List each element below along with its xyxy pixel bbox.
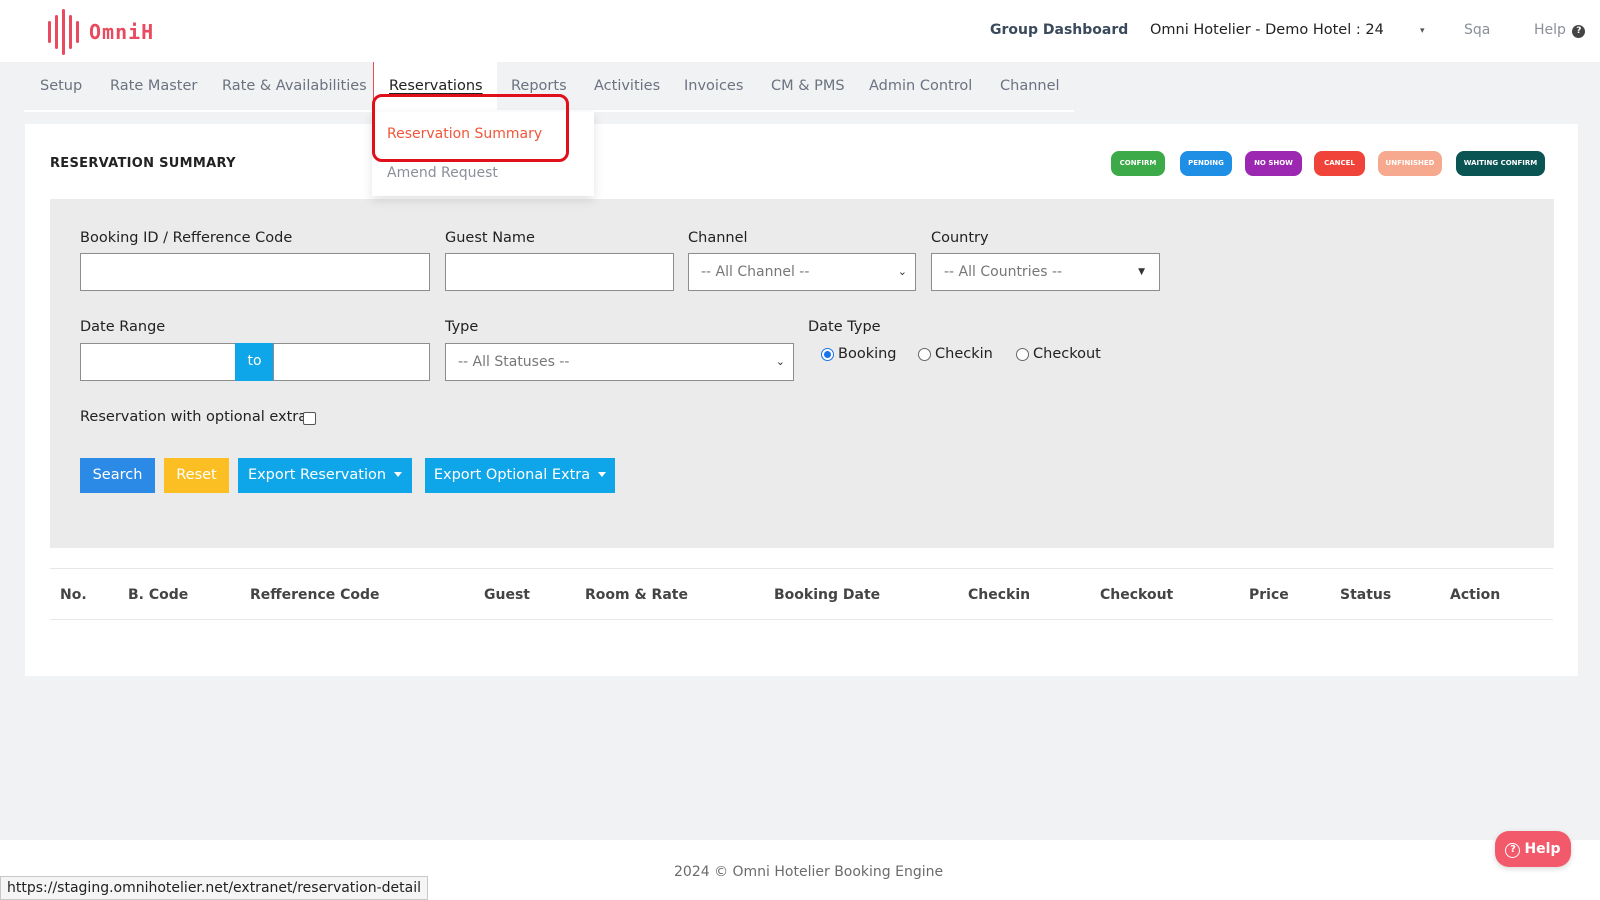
legend-waiting-confirm-badge: WAITING CONFIRM (1456, 151, 1545, 176)
nav-item-rate-availabilities[interactable]: Rate & Availabilities (222, 78, 367, 94)
column-room-rate: Room & Rate (585, 587, 688, 603)
column-no: No. (60, 587, 87, 603)
browser-status-url: https://staging.omnihotelier.net/extrane… (0, 876, 429, 900)
date-from-input[interactable] (80, 343, 236, 381)
nav-item-invoices[interactable]: Invoices (684, 78, 743, 94)
nav-item-channel[interactable]: Channel (1000, 78, 1060, 94)
nav-item-activities[interactable]: Activities (594, 78, 660, 94)
logo-text: OmniH (89, 20, 155, 44)
radio-checkin[interactable]: Checkin (918, 346, 993, 362)
radio-checkout-circle[interactable] (1016, 347, 1029, 361)
nav-item-reports[interactable]: Reports (511, 78, 567, 94)
country-label: Country (931, 230, 989, 246)
country-select[interactable]: -- All Countries -- ▼ (931, 253, 1160, 291)
logo-mark-icon (48, 8, 79, 56)
chevron-down-icon: ⌄ (775, 355, 785, 368)
reservations-table-header: No. B. Code Refference Code Guest Room &… (50, 568, 1553, 620)
column-b-code: B. Code (128, 587, 189, 603)
guest-name-input[interactable] (445, 253, 674, 291)
chevron-down-icon: ⌄ (897, 265, 907, 278)
type-select[interactable]: -- All Statuses -- ⌄ (445, 343, 794, 381)
nav-item-reservations[interactable]: Reservations (389, 78, 483, 94)
optional-extra-label: Reservation with optional extra (80, 409, 308, 425)
optional-extra-checkbox[interactable] (303, 412, 316, 425)
logo[interactable]: OmniH (48, 8, 154, 56)
column-price: Price (1249, 587, 1289, 603)
help-label: Help (1534, 22, 1566, 38)
radio-booking-circle[interactable] (821, 347, 834, 361)
question-icon: ? (1505, 843, 1521, 858)
export-reservation-button[interactable]: Export Reservation (238, 458, 412, 493)
column-action: Action (1450, 587, 1501, 603)
date-to-input[interactable] (273, 343, 430, 381)
floating-help-button[interactable]: ? Help (1495, 831, 1571, 867)
guest-name-label: Guest Name (445, 230, 535, 246)
radio-booking[interactable]: Booking (821, 346, 897, 362)
menu-item-amend-request[interactable]: Amend Request (387, 165, 498, 181)
date-range-to-addon: to (235, 343, 274, 381)
footer-copyright: 2024 © Omni Hotelier Booking Engine (674, 864, 944, 880)
legend-unfinished-badge: UNFINISHED (1378, 151, 1442, 176)
nav-item-cm-pms[interactable]: CM & PMS (771, 78, 845, 94)
export-optional-extra-button[interactable]: Export Optional Extra (425, 458, 615, 493)
radio-checkout-label: Checkout (1033, 346, 1101, 362)
date-type-label: Date Type (808, 319, 881, 335)
highlight-annotation-box (372, 94, 569, 162)
reset-button[interactable]: Reset (164, 458, 229, 493)
type-label: Type (445, 319, 479, 335)
column-booking-date: Booking Date (774, 587, 881, 603)
hotel-selector[interactable]: Omni Hotelier - Demo Hotel : 24 (1150, 22, 1384, 38)
help-link[interactable]: Help ? (1534, 22, 1586, 38)
column-checkout: Checkout (1100, 587, 1174, 603)
legend-no-show-badge: NO SHOW (1245, 151, 1302, 176)
column-reference-code: Refference Code (250, 587, 380, 603)
booking-id-label: Booking ID / Refference Code (80, 230, 293, 246)
page-title: RESERVATION SUMMARY (50, 156, 236, 171)
date-range-label: Date Range (80, 319, 166, 335)
nav-item-setup[interactable]: Setup (40, 78, 82, 94)
channel-select-value: -- All Channel -- (701, 264, 810, 280)
chevron-down-icon[interactable]: ▾ (1420, 26, 1425, 36)
caret-down-icon (598, 472, 607, 477)
legend-cancel-badge: CANCEL (1314, 151, 1365, 176)
legend-pending-badge: PENDING (1180, 151, 1232, 176)
radio-checkout[interactable]: Checkout (1016, 346, 1101, 362)
export-reservation-label: Export Reservation (247, 467, 387, 483)
radio-checkin-label: Checkin (935, 346, 993, 362)
caret-down-icon: ▼ (1138, 267, 1145, 277)
nav-item-rate-master[interactable]: Rate Master (110, 78, 197, 94)
top-header: OmniH Group Dashboard Omni Hotelier - De… (0, 0, 1600, 62)
column-status: Status (1340, 587, 1392, 603)
booking-id-input[interactable] (80, 253, 430, 291)
column-checkin: Checkin (968, 587, 1031, 603)
channel-select[interactable]: -- All Channel -- ⌄ (688, 253, 916, 291)
type-select-value: -- All Statuses -- (458, 354, 570, 370)
radio-booking-label: Booking (838, 346, 897, 362)
channel-label: Channel (688, 230, 748, 246)
floating-help-label: Help (1524, 841, 1561, 857)
country-select-value: -- All Countries -- (944, 264, 1063, 280)
question-icon: ? (1572, 25, 1586, 38)
export-optional-extra-label: Export Optional Extra (433, 467, 591, 483)
user-menu[interactable]: Sqa (1464, 22, 1490, 38)
group-dashboard-link[interactable]: Group Dashboard (990, 22, 1128, 38)
legend-confirm-badge: CONFIRM (1111, 151, 1165, 176)
search-button[interactable]: Search (80, 458, 155, 493)
caret-down-icon (394, 472, 403, 477)
nav-item-admin-control[interactable]: Admin Control (869, 78, 972, 94)
radio-checkin-circle[interactable] (918, 347, 931, 361)
column-guest: Guest (484, 587, 530, 603)
